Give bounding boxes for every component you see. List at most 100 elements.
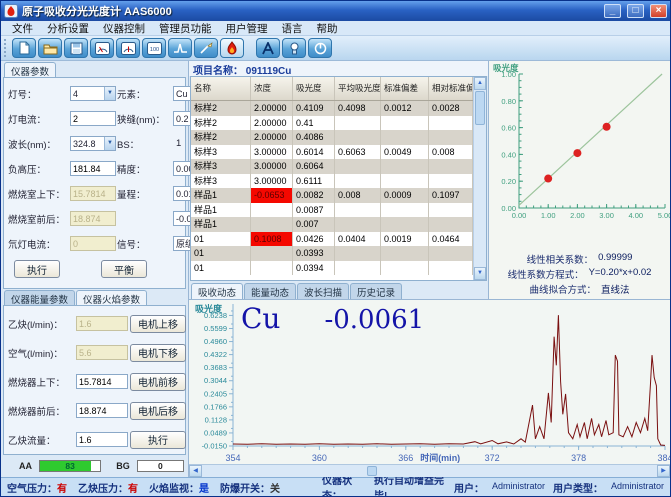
gain-100-gauge-icon: 100 bbox=[147, 42, 162, 55]
burner-tool-button[interactable] bbox=[194, 38, 218, 58]
menu-item-user-management[interactable]: 用户管理 bbox=[219, 21, 275, 36]
new-file-button[interactable] bbox=[12, 38, 36, 58]
flame-ignite-button[interactable] bbox=[220, 38, 244, 58]
bs-value-label: BS： bbox=[117, 137, 173, 151]
close-button[interactable]: × bbox=[650, 4, 667, 18]
table-row[interactable]: 标样33.000000.6064 bbox=[191, 159, 473, 174]
balance-gauge-button[interactable] bbox=[116, 38, 140, 58]
fit-equation-value: Y=0.20*x+0.02 bbox=[589, 267, 652, 282]
cell-rsd bbox=[429, 159, 473, 174]
motor-down-button[interactable]: 电机下移 bbox=[130, 344, 186, 362]
bg-value-box: 0 bbox=[137, 460, 184, 472]
lamp-number-select[interactable]: 4▼ bbox=[70, 86, 116, 101]
svg-text:0.60: 0.60 bbox=[501, 124, 516, 133]
tab-flame-params[interactable]: 仪器火焰参数 bbox=[76, 290, 147, 305]
execute-button[interactable]: 执行 bbox=[14, 260, 60, 278]
menu-item-analysis-settings[interactable]: 分析设置 bbox=[40, 21, 96, 36]
chart-scrollbar-thumb[interactable] bbox=[367, 466, 377, 476]
dynamics-tabs: 吸收动态能量动态波长扫描历史记录 bbox=[189, 281, 488, 299]
scroll-down-icon[interactable]: ▼ bbox=[474, 267, 486, 280]
fit-equation-label: 线性系数方程式： bbox=[508, 267, 584, 282]
power-button[interactable] bbox=[308, 38, 332, 58]
minimize-button[interactable]: _ bbox=[604, 4, 621, 18]
svg-text:0.40: 0.40 bbox=[501, 150, 516, 159]
table-row[interactable]: 标样33.000000.60140.60630.00490.008 bbox=[191, 145, 473, 160]
menu-item-help[interactable]: 帮助 bbox=[310, 21, 345, 36]
chevron-down-icon[interactable]: ▼ bbox=[104, 87, 115, 100]
svg-text:5.00: 5.00 bbox=[658, 211, 671, 220]
svg-text:0.1128: 0.1128 bbox=[205, 415, 227, 424]
acetylene-flow-input-field[interactable] bbox=[76, 432, 128, 447]
table-row[interactable]: 标样33.000000.6111 bbox=[191, 174, 473, 189]
tab-energy-dynamics[interactable]: 能量动态 bbox=[244, 283, 296, 299]
gain-100-gauge-button[interactable]: 100 bbox=[142, 38, 166, 58]
range-label: 量程： bbox=[117, 187, 173, 201]
negative-high-voltage-field[interactable] bbox=[70, 161, 116, 176]
toolbar-grip[interactable] bbox=[4, 39, 7, 57]
column-header-1[interactable]: 浓度 bbox=[251, 77, 293, 100]
cell-abs: 0.6064 bbox=[293, 159, 335, 174]
cell-avg: 0.008 bbox=[335, 188, 381, 203]
column-header-4[interactable]: 标准偏差 bbox=[381, 77, 429, 100]
burner-depth-input-field[interactable] bbox=[76, 403, 128, 418]
cell-sd: 0.0012 bbox=[381, 101, 429, 116]
table-scrollbar-thumb[interactable] bbox=[475, 91, 485, 125]
column-header-2[interactable]: 吸光度 bbox=[293, 77, 335, 100]
burner-depth-display-label: 燃烧室前后： bbox=[8, 212, 70, 226]
svg-text:2.00: 2.00 bbox=[570, 211, 585, 220]
menu-item-language[interactable]: 语言 bbox=[275, 21, 310, 36]
cell-rsd bbox=[429, 246, 473, 261]
column-header-5[interactable]: 相对标准偏差 bbox=[429, 77, 473, 100]
wavelength-select[interactable]: 324.8▼ bbox=[70, 136, 116, 151]
table-row[interactable]: 010.10080.04260.04040.00190.0464 bbox=[191, 232, 473, 247]
burner-height-input-field[interactable] bbox=[76, 374, 128, 389]
flame-execute-button[interactable]: 执行 bbox=[130, 431, 186, 449]
table-row[interactable]: 标样22.000000.4086 bbox=[191, 130, 473, 145]
menu-item-admin-functions[interactable]: 管理员功能 bbox=[152, 21, 219, 36]
flame-row-1: 空气(l/min)：电机下移 bbox=[8, 338, 181, 367]
scroll-right-icon[interactable]: ▶ bbox=[657, 465, 670, 477]
calibration-chart: 吸光度0.001.002.003.004.005.000.000.200.400… bbox=[491, 62, 671, 252]
tab-wavelength-scan[interactable]: 波长扫描 bbox=[297, 283, 349, 299]
column-header-0[interactable]: 名称 bbox=[191, 77, 251, 100]
open-folder-button[interactable] bbox=[38, 38, 62, 58]
motor-backward-button[interactable]: 电机后移 bbox=[130, 402, 186, 420]
tab-absorbance-dynamics[interactable]: 吸收动态 bbox=[191, 283, 243, 299]
table-row[interactable]: 样品10.007 bbox=[191, 217, 473, 232]
table-row[interactable]: 样品1-0.06530.00820.0080.00090.1097 bbox=[191, 188, 473, 203]
cell-rsd: 0.0028 bbox=[429, 101, 473, 116]
tab-history[interactable]: 历史记录 bbox=[350, 283, 402, 299]
tab-energy-params[interactable]: 仪器能量参数 bbox=[4, 290, 75, 305]
table-row[interactable]: 010.0394 bbox=[191, 261, 473, 276]
aa-label: AA bbox=[19, 461, 32, 471]
table-row[interactable]: 标样22.000000.41090.40980.00120.0028 bbox=[191, 101, 473, 116]
table-row[interactable]: 标样22.000000.41 bbox=[191, 116, 473, 131]
table-row[interactable]: 010.0393 bbox=[191, 246, 473, 261]
scroll-up-icon[interactable]: ▲ bbox=[474, 77, 486, 90]
menu-item-instrument-control[interactable]: 仪器控制 bbox=[96, 21, 152, 36]
cell-abs: 0.0082 bbox=[293, 188, 335, 203]
energy-gauge-button[interactable] bbox=[90, 38, 114, 58]
column-header-3[interactable]: 平均吸光度 bbox=[335, 77, 381, 100]
lamp-current-field[interactable] bbox=[70, 111, 116, 126]
menu-item-file[interactable]: 文件 bbox=[5, 21, 40, 36]
cell-abs: 0.007 bbox=[293, 217, 335, 232]
svg-text:0.0489: 0.0489 bbox=[204, 428, 227, 437]
svg-text:0.5599: 0.5599 bbox=[204, 324, 227, 333]
chart-scrollbar[interactable]: ◀ ▶ bbox=[189, 464, 670, 477]
table-row[interactable]: 样品10.0087 bbox=[191, 203, 473, 218]
scroll-left-icon[interactable]: ◀ bbox=[189, 465, 202, 477]
tab-instrument-params[interactable]: 仪器参数 bbox=[4, 62, 56, 77]
autosampler-button[interactable] bbox=[256, 38, 280, 58]
save-button[interactable] bbox=[64, 38, 88, 58]
balance-button[interactable]: 平衡 bbox=[101, 260, 147, 278]
motor-up-button[interactable]: 电机上移 bbox=[130, 315, 186, 333]
instrument-params-panel: 仪器参数 灯号：4▼元素：Cu▼灯电流：狭缝(nm)：0.2▼波长(nm)：32… bbox=[1, 61, 188, 289]
chevron-down-icon[interactable]: ▼ bbox=[104, 137, 115, 150]
peak-scan-button[interactable] bbox=[168, 38, 192, 58]
hollow-cathode-lamp-button[interactable] bbox=[282, 38, 306, 58]
maximize-button[interactable]: □ bbox=[627, 4, 644, 18]
motor-forward-button[interactable]: 电机前移 bbox=[130, 373, 186, 391]
table-scrollbar[interactable]: ▲ ▼ bbox=[473, 77, 486, 280]
svg-text:0.3044: 0.3044 bbox=[204, 376, 227, 385]
